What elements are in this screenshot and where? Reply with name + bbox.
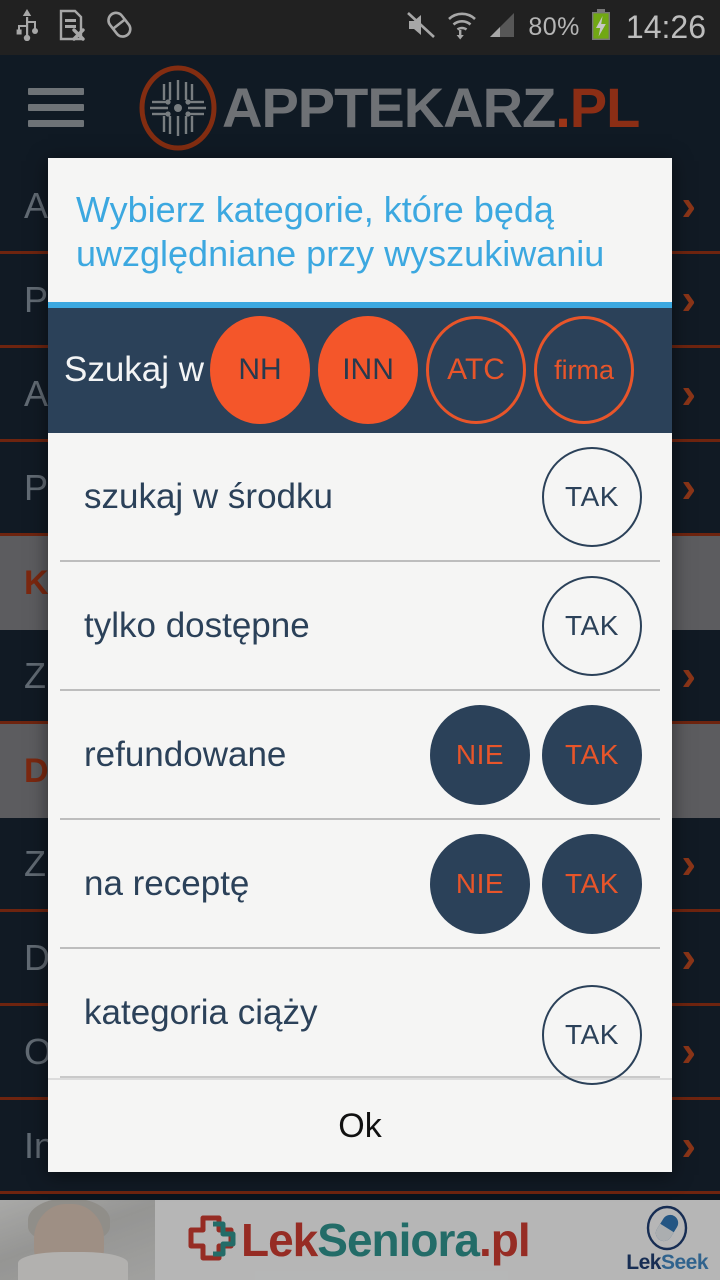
option-label: refundowane (84, 734, 287, 774)
option-row: refundowane NIE TAK (60, 691, 660, 821)
option-row: kategoria ciąży TAK (60, 949, 660, 1085)
option-toggles: NIE TAK (430, 833, 642, 934)
toggle-tak[interactable]: TAK (542, 575, 642, 676)
toggle-tak[interactable]: TAK (542, 704, 642, 805)
toggle-tak[interactable]: TAK (542, 984, 642, 1085)
option-label: na receptę (84, 863, 250, 903)
dialog-title: Wybierz kategorie, które będą uwzględnia… (76, 189, 605, 274)
option-toggles: TAK (542, 984, 642, 1085)
search-chip-atc[interactable]: ATC (426, 316, 527, 425)
toggle-nie[interactable]: NIE (430, 704, 530, 805)
option-toggles: TAK (542, 575, 642, 676)
search-chip-nh[interactable]: NH (210, 316, 311, 425)
option-toggles: TAK (542, 446, 642, 547)
option-label: kategoria ciąży (84, 992, 318, 1032)
search-chip-inn[interactable]: INN (318, 316, 419, 425)
toggle-tak[interactable]: TAK (542, 833, 642, 934)
option-row: na receptę NIE TAK (60, 820, 660, 950)
category-selection-dialog: Wybierz kategorie, które będą uwzględnia… (48, 158, 672, 1172)
option-toggles: NIE TAK (430, 704, 642, 805)
option-label: szukaj w środku (84, 476, 333, 516)
option-rows: szukaj w środku TAK tylko dostępne TAK refun… (48, 433, 672, 1085)
toggle-nie[interactable]: NIE (430, 833, 530, 934)
option-row: tylko dostępne TAK (60, 562, 660, 692)
ok-button-label: Ok (338, 1106, 382, 1145)
search-in-chips: NH INN ATC firma (210, 316, 635, 425)
option-row: szukaj w środku TAK (60, 433, 660, 563)
toggle-tak[interactable]: TAK (542, 446, 642, 547)
search-in-label: Szukaj w (64, 350, 205, 390)
phone-screen: 80% 14:26 APPTEKARZ.PL An › Po › Ak › Po… (0, 0, 720, 1280)
search-in-row: Szukaj w NH INN ATC firma (48, 307, 672, 434)
ok-button[interactable]: Ok (48, 1078, 672, 1172)
option-label: tylko dostępne (84, 605, 310, 645)
search-chip-firma[interactable]: firma (534, 316, 635, 425)
